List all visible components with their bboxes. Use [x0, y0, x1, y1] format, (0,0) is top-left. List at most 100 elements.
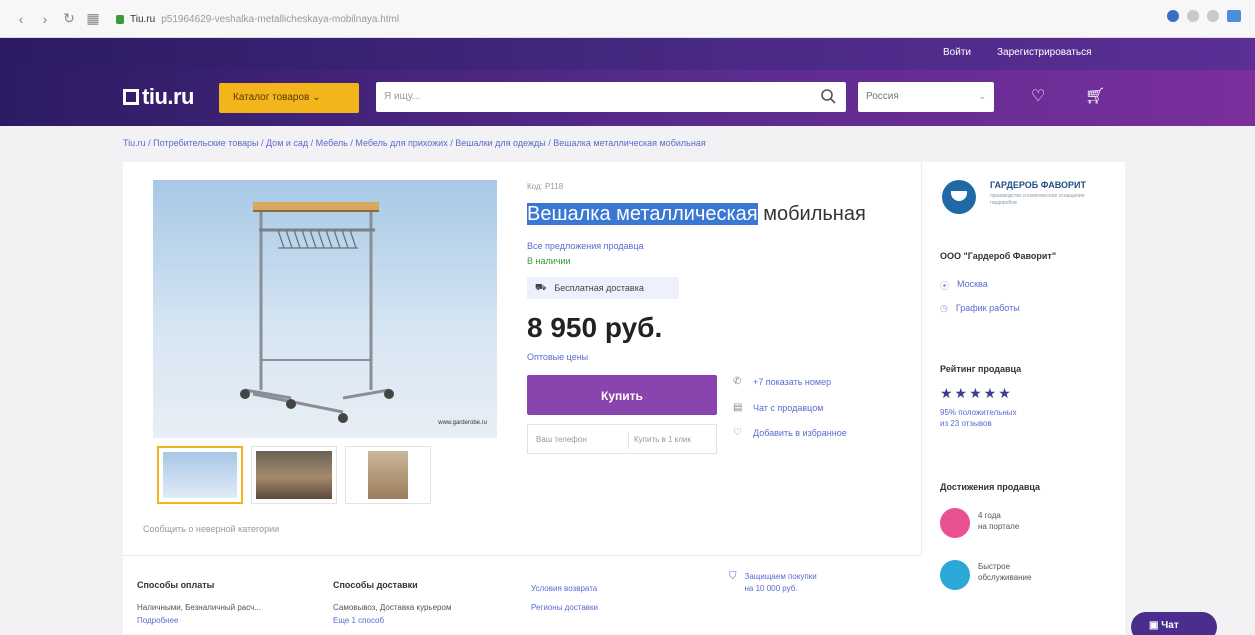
product-main-image[interactable]: www.garderobe.ru	[153, 180, 497, 438]
forward-icon[interactable]: ›	[38, 11, 52, 27]
protection-line1: Защищаем покупки	[744, 572, 817, 581]
thumbnail-image	[256, 451, 332, 499]
tabs-grid-icon[interactable]: ▦	[86, 10, 100, 27]
availability-status: В наличии	[527, 256, 571, 266]
achievement-fast-line1: Быстрое	[978, 562, 1011, 571]
wholesale-prices-link[interactable]: Оптовые цены	[527, 352, 588, 362]
chevron-down-icon: ⌄	[978, 91, 986, 101]
logo-text: tiu.ru	[142, 84, 195, 109]
achievement-years-line2: на портале	[978, 522, 1020, 531]
search-icon[interactable]	[820, 88, 836, 104]
protection-line2: на 10 000 руб.	[744, 584, 798, 593]
chat-bubble-icon: ▣	[1149, 620, 1159, 631]
title-selected-text: Вешалка металлическая	[527, 203, 758, 225]
title-rest: мобильная	[757, 203, 866, 225]
divider	[628, 431, 629, 449]
thumbnail-2[interactable]	[251, 446, 337, 504]
schedule-label: График работы	[955, 303, 1020, 313]
return-policy-link[interactable]: Условия возврата	[531, 584, 597, 593]
show-phone-action[interactable]: ✆ +7 показать номер	[733, 376, 831, 387]
lightning-badge-icon	[940, 560, 970, 590]
achievement-years: 4 года на портале	[978, 510, 1019, 532]
catalog-button[interactable]: Каталог товаров ⌄	[219, 83, 359, 113]
add-favorite-label: Добавить в избранное	[753, 427, 847, 438]
product-price: 8 950 руб.	[527, 312, 663, 343]
browser-toolbar: ‹ › ↻ ▦ Tiu.ru p51964629-veshalka-metall…	[0, 0, 1255, 38]
region-value: Россия	[866, 91, 899, 102]
chat-seller-action[interactable]: ▤ Чат с продавцом	[733, 402, 823, 413]
rating-percent: 95% положительных	[940, 408, 1017, 417]
shield-icon: ⛉	[729, 571, 737, 582]
breadcrumb[interactable]: Tiu.ru / Потребительские товары / Дом и …	[123, 138, 706, 148]
page-title: Вешалка металлическая мобильная	[527, 203, 866, 226]
thumbnail-1[interactable]	[157, 446, 243, 504]
search-placeholder: Я ищу...	[384, 91, 421, 102]
chat-seller-label: Чат с продавцом	[753, 402, 824, 413]
site-topbar: Войти Зарегистрироваться	[0, 38, 1255, 70]
heart-icon: ♡	[733, 427, 742, 438]
download-icon[interactable]	[1227, 10, 1241, 22]
years-badge-icon	[940, 508, 970, 538]
region-select[interactable]: Россия ⌄	[858, 82, 994, 112]
reload-icon[interactable]: ↻	[62, 10, 76, 27]
lock-icon	[116, 14, 124, 24]
schedule-link[interactable]: ◷ График работы	[940, 303, 1020, 314]
seller-name[interactable]: ООО "Гардероб Фаворит"	[940, 251, 1056, 261]
payment-methods: Наличными, Безналичный расч...	[137, 603, 261, 612]
rating-heading: Рейтинг продавца	[940, 364, 1022, 374]
truck-icon: ⛟	[535, 282, 547, 292]
delivery-label: Бесплатная доставка	[554, 283, 644, 293]
site-logo[interactable]: tiu.ru	[123, 84, 195, 110]
add-favorite-action[interactable]: ♡ Добавить в избранное	[733, 427, 847, 438]
buy-button[interactable]: Купить	[527, 375, 717, 415]
seller-brand: ГАРДЕРОБ ФАВОРИТ	[990, 180, 1086, 190]
bookmark-icon[interactable]	[1187, 10, 1199, 22]
delivery-more-link[interactable]: Еще 1 способ	[333, 616, 384, 625]
achievement-fast-line2: обслуживание	[978, 573, 1032, 582]
thumbnail-3[interactable]	[345, 446, 431, 504]
buyer-protection[interactable]: ⛉ Защищаем покупки на 10 000 руб.	[729, 571, 817, 595]
chat-label: Чат	[1161, 620, 1179, 631]
register-link[interactable]: Зарегистрироваться	[997, 47, 1092, 58]
rating-reviews-link[interactable]: 95% положительных из 23 отзывов	[940, 407, 1017, 429]
delivery-regions-link[interactable]: Регионы доставки	[531, 603, 598, 612]
coat-rack-image	[240, 202, 394, 423]
report-category-link[interactable]: Сообщить о неверной категории	[143, 524, 279, 534]
product-code: Код: P118	[527, 182, 564, 191]
url-host: Tiu.ru	[130, 13, 156, 25]
clock-icon: ◷	[940, 303, 948, 313]
one-click-order: Ваш телефон Купить в 1 клик	[527, 424, 717, 454]
cart-icon[interactable]: 🛒︎	[1085, 86, 1105, 106]
location-pin-icon: ⦿	[940, 281, 950, 291]
show-phone-label: +7 показать номер	[753, 376, 832, 387]
logo-mark	[123, 89, 139, 105]
seller-city-link[interactable]: ⦿ Москва	[940, 279, 988, 292]
payment-more-link[interactable]: Подробнее	[137, 616, 179, 625]
chat-button[interactable]: ▣ Чат	[1131, 612, 1217, 635]
rating-count: из 23 отзывов	[940, 419, 992, 428]
chat-icon: ▤	[733, 402, 743, 413]
thumbnail-image	[163, 452, 237, 498]
delivery-methods: Самовывоз, Доставка курьером	[333, 603, 452, 612]
favorites-heart-icon[interactable]: ♡	[1031, 86, 1045, 106]
back-icon[interactable]: ‹	[14, 11, 28, 27]
catalog-label: Каталог товаров	[233, 92, 310, 103]
address-bar[interactable]: Tiu.ru p51964629-veshalka-metallicheskay…	[116, 8, 1116, 30]
divider	[921, 162, 922, 555]
thumbnail-image	[368, 451, 408, 499]
phone-input[interactable]: Ваш телефон	[536, 435, 587, 444]
site-header: tiu.ru Каталог товаров ⌄ Я ищу... Россия…	[0, 70, 1255, 126]
delivery-heading: Способы доставки	[333, 580, 418, 590]
seller-tagline: производство и комплексное оснащение гар…	[990, 193, 1085, 206]
login-link[interactable]: Войти	[943, 47, 971, 58]
seller-offers-link[interactable]: Все предложения продавца	[527, 241, 644, 251]
achievement-years-line1: 4 года	[978, 511, 1001, 520]
seller-city: Москва	[957, 279, 988, 289]
search-input[interactable]: Я ищу...	[376, 82, 846, 112]
extension-icon[interactable]	[1167, 10, 1179, 22]
seller-logo-icon[interactable]	[942, 180, 976, 214]
achievement-fast: Быстрое обслуживание	[978, 561, 1031, 583]
one-click-button[interactable]: Купить в 1 клик	[634, 435, 691, 444]
url-path: p51964629-veshalka-metallicheskaya-mobil…	[161, 13, 400, 25]
menu-icon[interactable]	[1207, 10, 1219, 22]
